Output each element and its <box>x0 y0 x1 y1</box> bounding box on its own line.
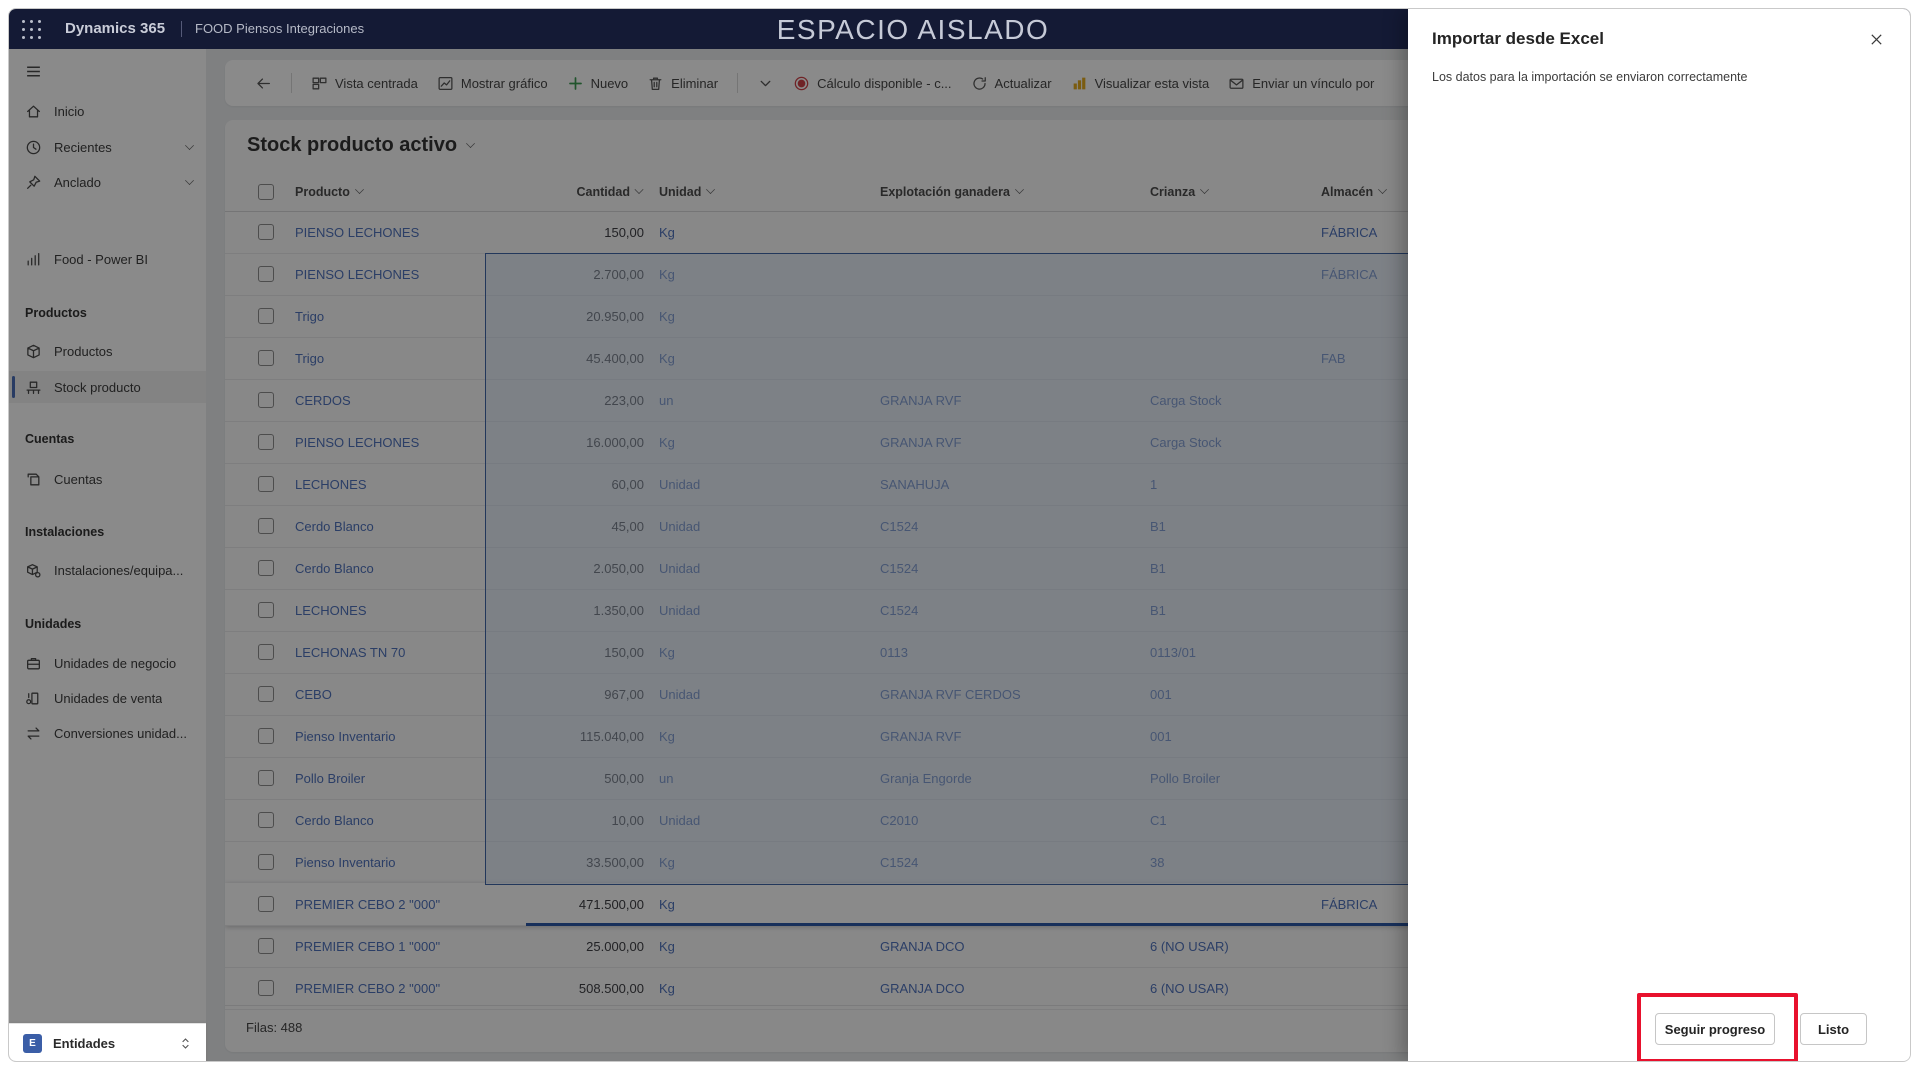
app-name[interactable]: FOOD Piensos Integraciones <box>195 9 364 49</box>
listo-button[interactable]: Listo <box>1800 1013 1867 1045</box>
switcher-chevrons-icon <box>179 1037 192 1050</box>
close-icon[interactable] <box>1864 27 1888 51</box>
app-window: Dynamics 365 FOOD Piensos Integraciones … <box>8 8 1911 1062</box>
topbar-divider <box>181 21 182 37</box>
entity-badge: E <box>23 1034 42 1053</box>
panel-title: Importar desde Excel <box>1432 29 1604 48</box>
waffle-menu-icon[interactable] <box>19 17 43 41</box>
import-excel-panel: Importar desde Excel Los datos para la i… <box>1408 9 1910 1061</box>
screenshot-canvas: Dynamics 365 FOOD Piensos Integraciones … <box>0 0 1919 1073</box>
entity-switcher[interactable]: E Entidades <box>9 1023 206 1061</box>
brand-title: Dynamics 365 <box>65 20 166 37</box>
entity-switcher-label: Entidades <box>53 1036 116 1051</box>
dialog-scrim <box>9 49 1408 1061</box>
panel-status-message: Los datos para la importación se enviaro… <box>1432 70 1748 84</box>
sandbox-environment-banner: ESPACIO AISLADO <box>776 14 1050 45</box>
seguir-progreso-button[interactable]: Seguir progreso <box>1655 1013 1775 1045</box>
